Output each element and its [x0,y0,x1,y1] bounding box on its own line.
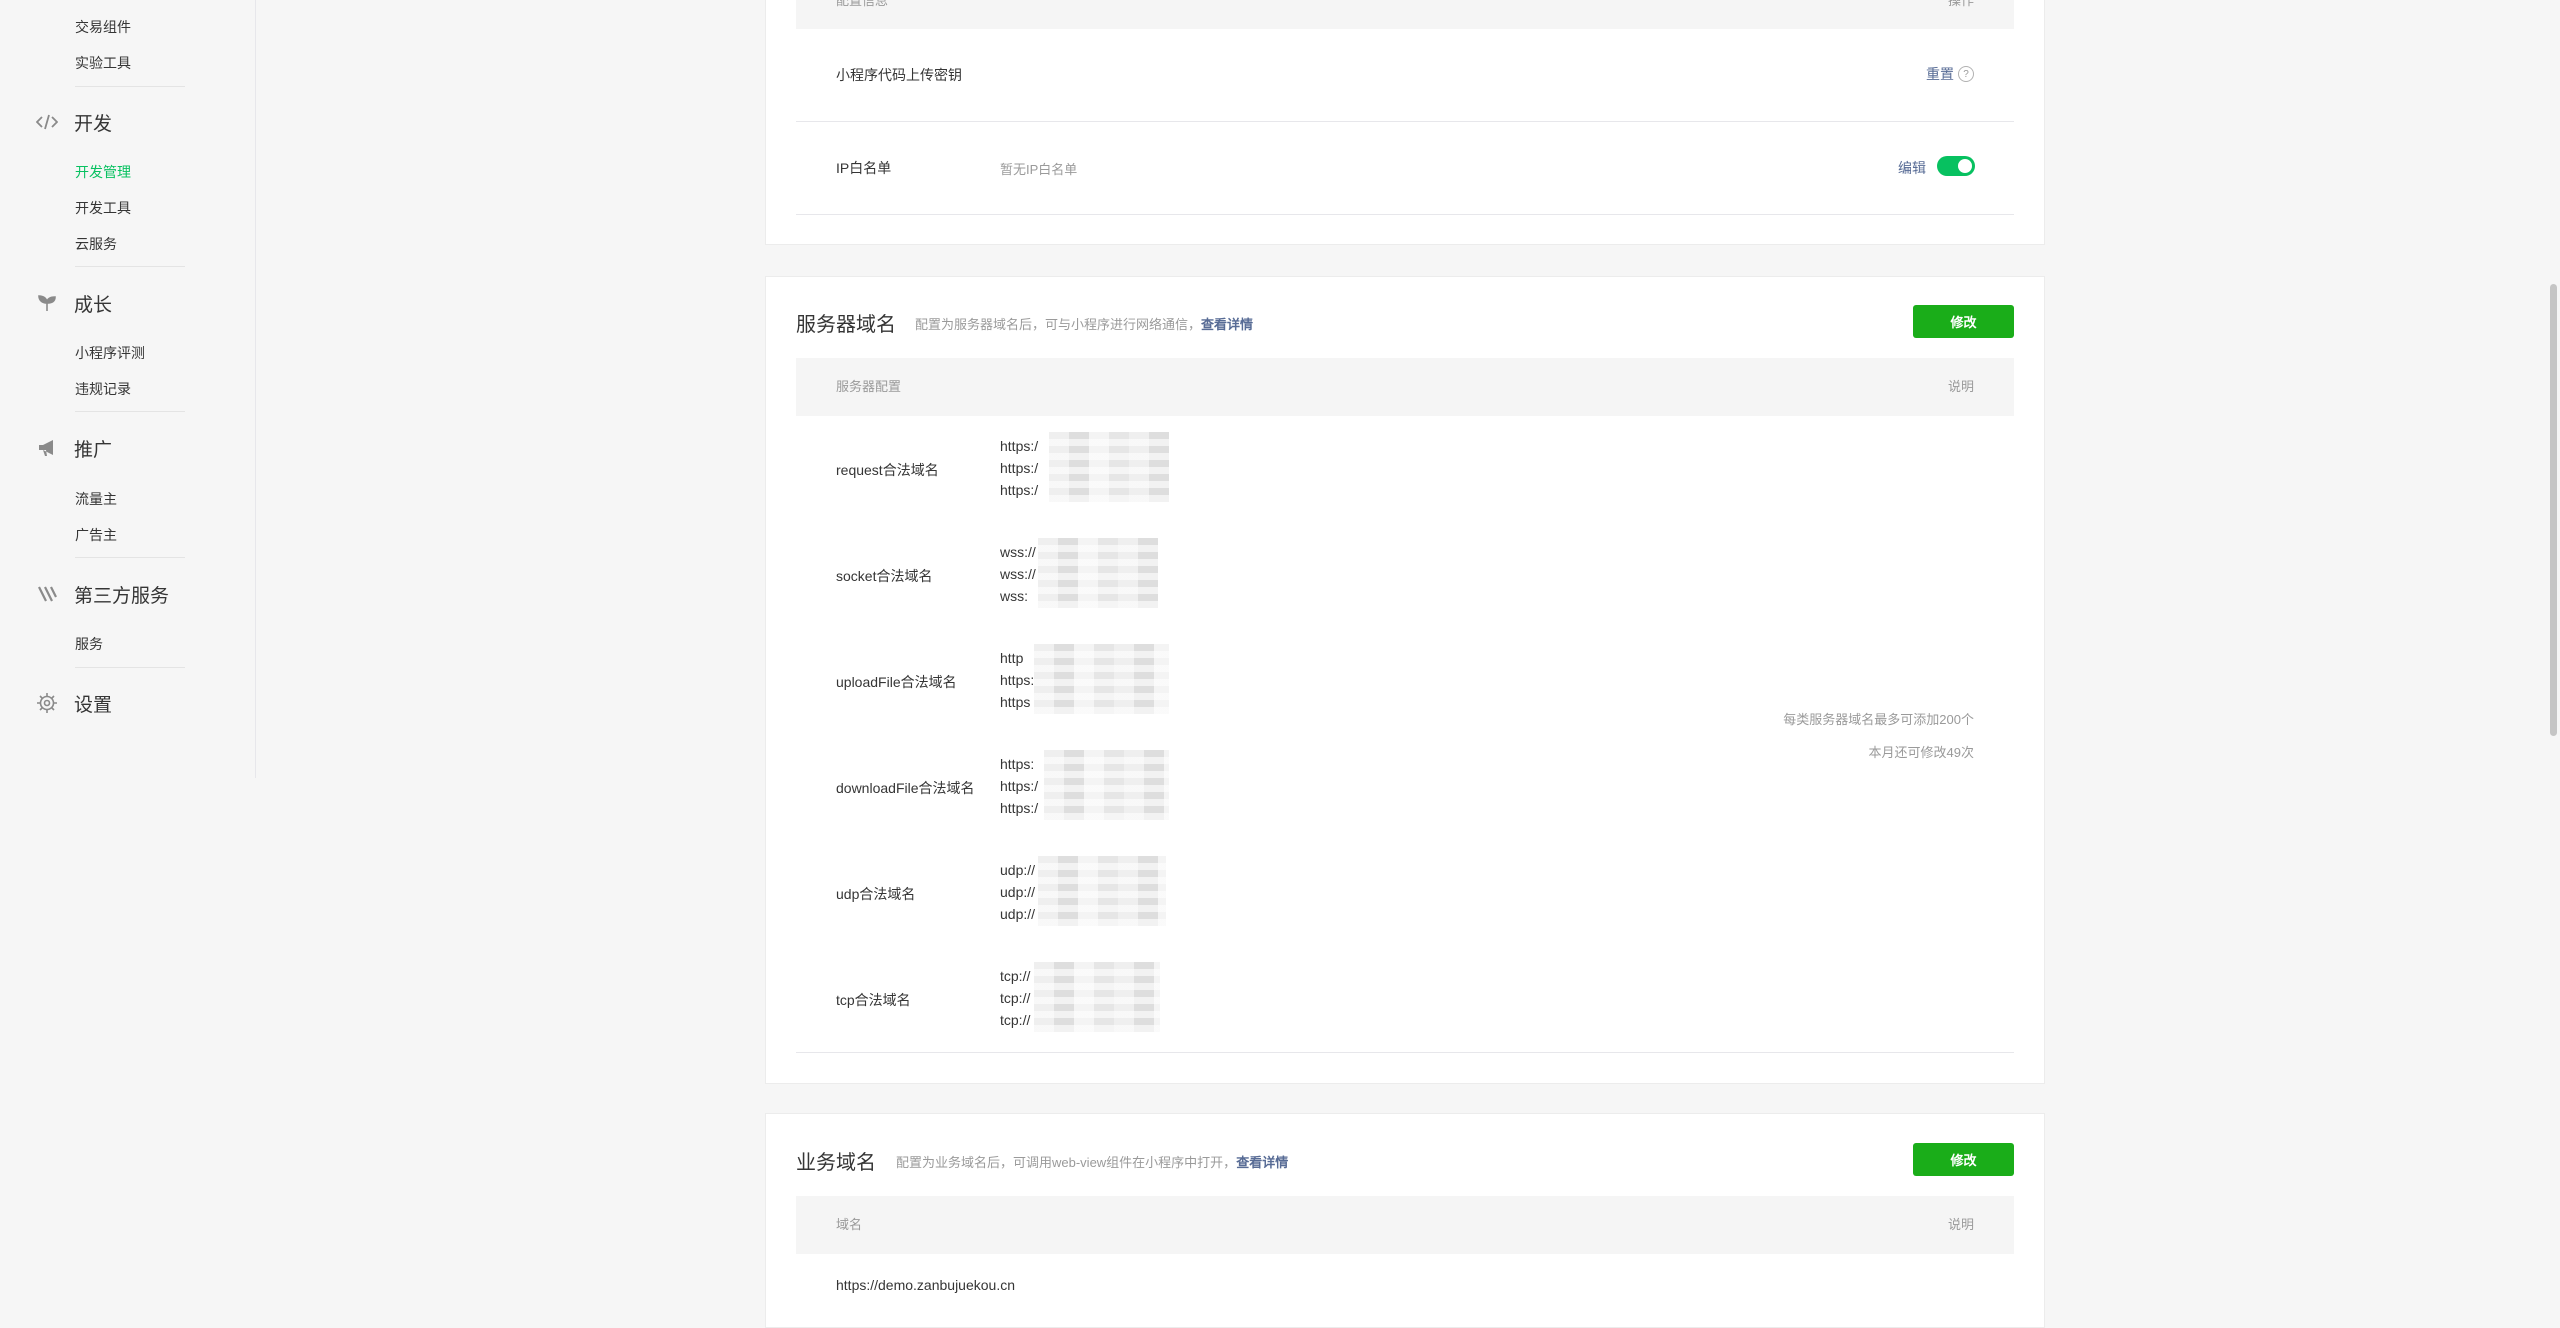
domain-row-label: socket合法域名 [836,568,933,584]
domain-line: tcp:// [1000,990,1031,1006]
redacted-domains [1049,432,1169,502]
domain-line: https:/ [1000,778,1039,794]
gear-icon [36,692,58,714]
sprout-icon [36,292,58,314]
sidebar: 交易组件 实验工具 开发 开发管理 开发工具 云服务 成长 小程序评测 违规记录… [0,0,256,778]
domain-line: https:/ [1000,482,1039,498]
panel-description: 配置为业务域名后，可调用web-view组件在小程序中打开，查看详情 [896,1152,1288,1171]
domain-line: https [1000,694,1031,710]
sidebar-item-service[interactable]: 服务 [75,634,103,654]
redacted-domains [1034,644,1169,714]
redacted-domains [1038,856,1166,926]
domain-line: udp:// [1000,884,1036,900]
sidebar-item-advertiser[interactable]: 广告主 [75,525,117,545]
domain-line: tcp:// [1000,968,1031,984]
domain-line: https:/ [1000,438,1039,454]
third-party-icon [36,583,58,605]
nav-group-third-party[interactable]: 第三方服务 [36,579,169,609]
domain-row-label: tcp合法域名 [836,992,911,1008]
divider [75,667,185,668]
col-server-config: 服务器配置 [836,379,902,394]
reset-link[interactable]: 重置 [1926,64,1954,84]
sidebar-item-evaluation[interactable]: 小程序评测 [75,343,145,363]
domain-line: udp:// [1000,906,1036,922]
domain-line: http [1000,650,1024,666]
col-note: 说明 [1947,1217,1974,1232]
col-config-info: 配置信息 [836,0,889,8]
ip-whitelist-toggle[interactable] [1937,156,1975,176]
megaphone-icon [36,437,58,459]
ip-whitelist-value: 暂无IP白名单 [1000,162,1078,177]
domain-row-label: udp合法域名 [836,886,916,902]
domain-row-label: downloadFile合法域名 [836,780,975,796]
scrollbar-thumb[interactable] [2550,284,2557,736]
scrollbar[interactable] [2546,0,2560,1315]
domain-line: wss: [1000,588,1028,604]
domain-line: udp:// [1000,862,1036,878]
sidebar-item-trade-components[interactable]: 交易组件 [75,17,131,37]
divider [796,121,2014,122]
upload-key-label: 小程序代码上传密钥 [836,67,962,83]
business-domain-value: https://demo.zanbujuekou.cn [836,1277,1016,1293]
col-note: 说明 [1947,379,1974,394]
nav-group-label: 开发 [74,113,113,135]
nav-group-label: 推广 [74,439,113,461]
domain-row-label: uploadFile合法域名 [836,674,957,690]
description-text: 配置为服务器域名后，可与小程序进行网络通信， [915,317,1202,332]
col-domain: 域名 [836,1217,863,1232]
business-domains-panel: 业务域名 配置为业务域名后，可调用web-view组件在小程序中打开，查看详情 … [765,1113,2045,1328]
divider [75,557,185,558]
details-link[interactable]: 查看详情 [1236,1155,1288,1170]
nav-group-promotion[interactable]: 推广 [36,433,112,463]
ip-whitelist-edit-link[interactable]: 编辑 [1898,158,1926,178]
divider [75,266,185,267]
panel-title: 业务域名 [796,1152,876,1174]
table-header: 配置信息 操作 [796,0,2014,29]
divider [75,411,185,412]
dev-settings-panel: 配置信息 操作 小程序代码上传密钥 重置 ? IP白名单 暂无IP白名单 编辑 [765,0,2045,245]
divider [796,1052,2014,1053]
domain-line: wss:// [1000,544,1036,560]
sidebar-item-lab-tools[interactable]: 实验工具 [75,53,131,73]
code-icon [36,111,58,133]
redacted-domains [1044,750,1169,820]
nav-group-label: 第三方服务 [74,585,170,607]
details-link[interactable]: 查看详情 [1201,317,1253,332]
sidebar-item-violations[interactable]: 违规记录 [75,379,131,399]
nav-group-growth[interactable]: 成长 [36,288,112,318]
domain-line: https:/ [1000,800,1039,816]
sidebar-item-dev-tools[interactable]: 开发工具 [75,198,131,218]
nav-group-label: 成长 [74,294,113,316]
domain-line: https:/ [1000,460,1039,476]
domain-line: wss:// [1000,566,1036,582]
nav-group-label: 设置 [74,694,113,716]
panel-title: 服务器域名 [796,314,896,336]
modify-quota-note: 本月还可修改49次 [1868,745,1974,760]
table-header: 域名 说明 [796,1196,2014,1254]
col-actions: 操作 [1947,0,1974,8]
domain-line: https: [1000,672,1035,688]
panel-description: 配置为服务器域名后，可与小程序进行网络通信，查看详情 [915,314,1253,333]
redacted-domains [1034,962,1160,1032]
description-text: 配置为业务域名后，可调用web-view组件在小程序中打开， [896,1155,1237,1170]
sidebar-item-dev-management[interactable]: 开发管理 [75,162,131,182]
nav-group-develop[interactable]: 开发 [36,107,112,137]
ip-whitelist-label: IP白名单 [836,160,892,176]
domain-line: https: [1000,756,1035,772]
divider [796,214,2014,215]
server-domains-panel: 服务器域名 配置为服务器域名后，可与小程序进行网络通信，查看详情 修改 服务器配… [765,276,2045,1084]
divider [75,86,185,87]
redacted-domains [1038,538,1158,608]
modify-button[interactable]: 修改 [1913,305,2014,338]
modify-button[interactable]: 修改 [1913,1143,2014,1176]
domain-limit-note: 每类服务器域名最多可添加200个 [1783,712,1974,727]
upload-key-actions: 重置 ? [1926,64,1974,84]
help-icon[interactable]: ? [1958,66,1974,82]
table-header: 服务器配置 说明 [796,358,2014,416]
domain-row-label: request合法域名 [836,462,939,478]
sidebar-item-traffic-owner[interactable]: 流量主 [75,489,117,509]
domain-line: tcp:// [1000,1012,1031,1028]
nav-group-settings[interactable]: 设置 [36,688,112,718]
sidebar-item-cloud-service[interactable]: 云服务 [75,234,117,254]
